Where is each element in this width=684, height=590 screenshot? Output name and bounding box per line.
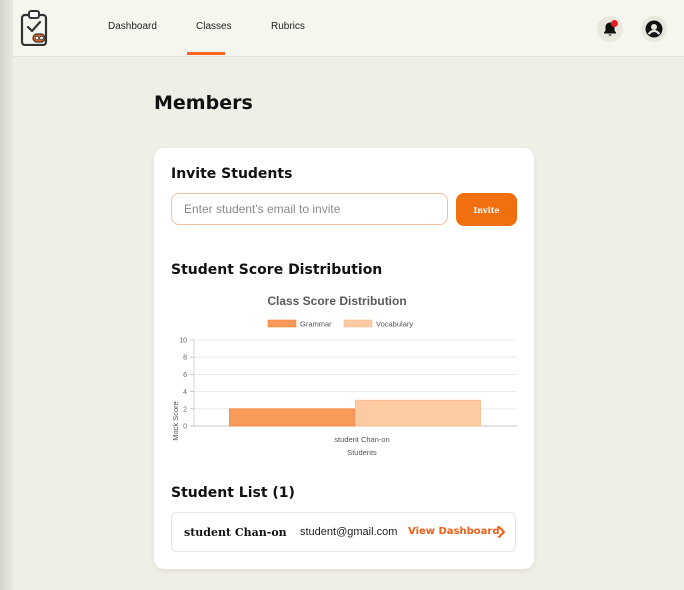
y-tick-label: 4 <box>183 389 187 396</box>
user-menu-button[interactable] <box>641 16 667 42</box>
bar-grammar-0 <box>229 408 355 427</box>
chart-legend: Grammar Vocabulary <box>267 319 413 329</box>
chart-title: Class Score Distribution <box>267 294 406 308</box>
view-dashboard-link[interactable]: View Dashboard <box>408 526 499 537</box>
chart-bars <box>229 399 481 427</box>
x-axis-label: Students <box>347 448 377 457</box>
y-axis-label: Mock Score <box>171 401 180 441</box>
student-name: student Chan-on <box>184 526 287 539</box>
y-tick-label: 2 <box>183 406 187 413</box>
notification-badge <box>611 20 618 27</box>
invite-section-title: Invite Students <box>171 166 293 182</box>
invite-button[interactable]: Invite <box>456 193 517 226</box>
y-tick-label: 0 <box>183 424 187 431</box>
nav-classes[interactable]: Classes <box>196 21 232 32</box>
clipboard-logo-icon[interactable] <box>20 10 48 47</box>
student-list-title: Student List (1) <box>171 485 295 501</box>
y-tick-label: 8 <box>183 355 187 362</box>
invite-email-input[interactable] <box>171 193 448 225</box>
nav-dashboard[interactable]: Dashboard <box>108 21 157 32</box>
legend-swatch <box>343 319 373 328</box>
user-circle-icon <box>645 20 663 38</box>
bar-vocabulary-0 <box>355 399 481 427</box>
legend-label: Vocabulary <box>376 320 413 329</box>
legend-label: Grammar <box>300 320 332 329</box>
top-nav-bar: Dashboard Classes Rubrics <box>13 0 684 57</box>
score-section-title: Student Score Distribution <box>171 262 383 278</box>
nav-rubrics[interactable]: Rubrics <box>271 21 305 32</box>
members-card: Invite Students Invite Student Score Dis… <box>154 148 534 569</box>
legend-swatch <box>267 319 297 328</box>
student-email: student@gmail.com <box>300 526 398 538</box>
student-row: student Chan-on student@gmail.com View D… <box>171 512 516 552</box>
chevron-right-icon[interactable] <box>496 525 506 539</box>
left-panel-edge <box>0 0 13 590</box>
x-tick-label: student Chan-on <box>334 435 389 444</box>
y-tick-label: 10 <box>179 338 187 345</box>
nav-active-indicator <box>187 52 225 55</box>
score-distribution-chart: Class Score Distribution Grammar Vocabula… <box>171 294 517 457</box>
page-title: Members <box>154 92 253 114</box>
notifications-button[interactable] <box>597 16 623 42</box>
y-tick-label: 6 <box>183 372 187 379</box>
